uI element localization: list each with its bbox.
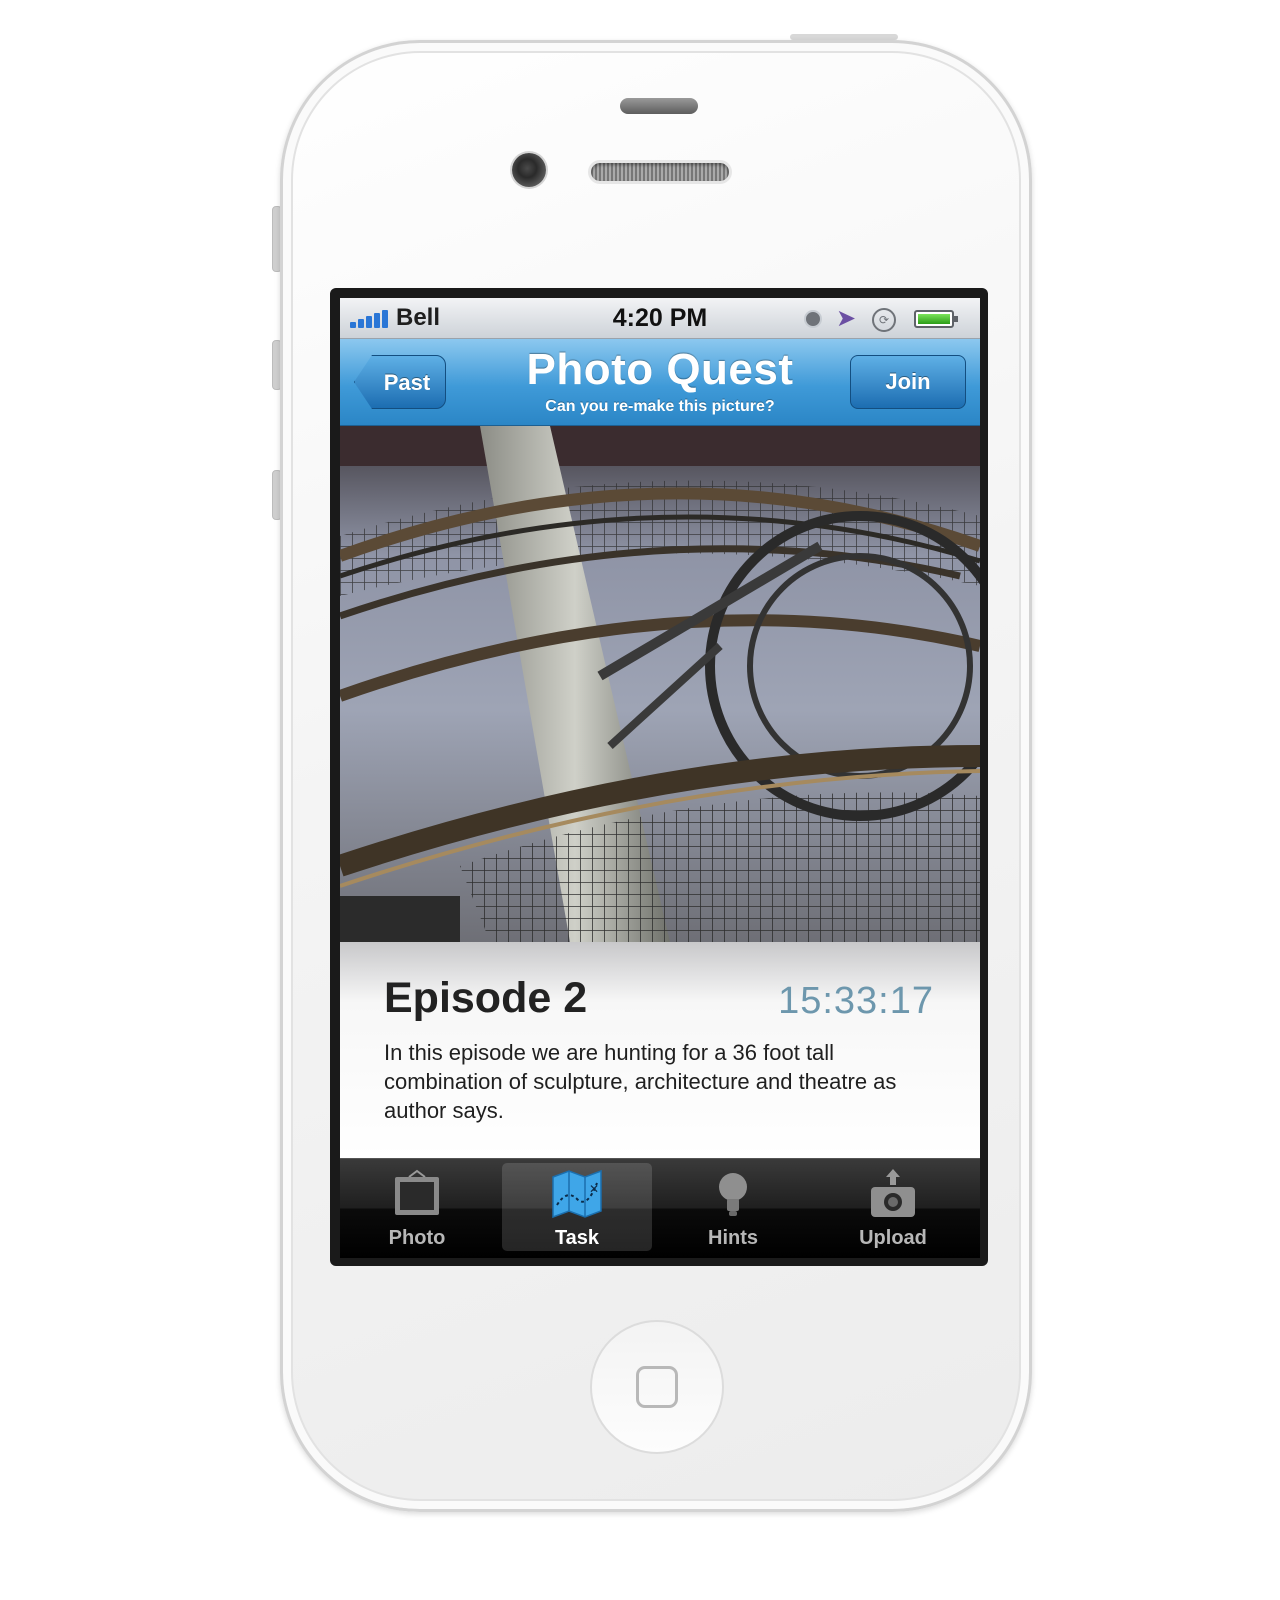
screen: Bell 4:20 PM ➤ ⟳ Past Photo Quest Can yo… [340, 298, 980, 1258]
lightbulb-icon [719, 1173, 747, 1216]
home-square-icon [636, 1366, 678, 1408]
map-icon: ✕ [552, 1169, 602, 1219]
tab-label: Photo [388, 1227, 446, 1249]
proximity-sensor [620, 98, 698, 114]
episode-title: Episode 2 [384, 974, 588, 1022]
alarm-icon [804, 310, 822, 328]
tab-label: Hints [708, 1227, 758, 1249]
photo-frame-icon [395, 1169, 439, 1215]
status-bar: Bell 4:20 PM ➤ ⟳ [340, 298, 980, 339]
quest-photo [340, 426, 980, 942]
tab-upload[interactable]: Upload [818, 1163, 968, 1251]
front-camera-icon [512, 153, 546, 187]
episode-panel: Episode 2 15:33:17 In this episode we ar… [340, 942, 980, 1158]
tab-task[interactable]: ✕ Task [502, 1163, 652, 1251]
location-icon: ➤ [836, 305, 857, 332]
join-button[interactable]: Join [850, 355, 966, 409]
status-icons: ➤ ⟳ [802, 306, 962, 332]
battery-icon [914, 310, 958, 328]
tab-label: Task [554, 1227, 600, 1249]
tab-photo[interactable]: Photo [342, 1163, 492, 1251]
earpiece-speaker [591, 163, 729, 181]
home-button[interactable] [590, 1320, 724, 1454]
camera-upload-icon [871, 1169, 915, 1217]
rotation-lock-icon: ⟳ [872, 308, 896, 332]
tab-bar: Photo ✕ Task Hints Upload [340, 1158, 980, 1258]
svg-text:✕: ✕ [589, 1182, 599, 1196]
quest-photo-illustration [340, 426, 980, 942]
episode-description: In this episode we are hunting for a 36 … [384, 1040, 897, 1123]
tab-hints[interactable]: Hints [658, 1163, 808, 1251]
tab-label: Upload [859, 1227, 927, 1249]
navigation-bar: Past Photo Quest Can you re-make this pi… [340, 339, 980, 426]
countdown-timer: 15:33:17 [778, 980, 934, 1022]
